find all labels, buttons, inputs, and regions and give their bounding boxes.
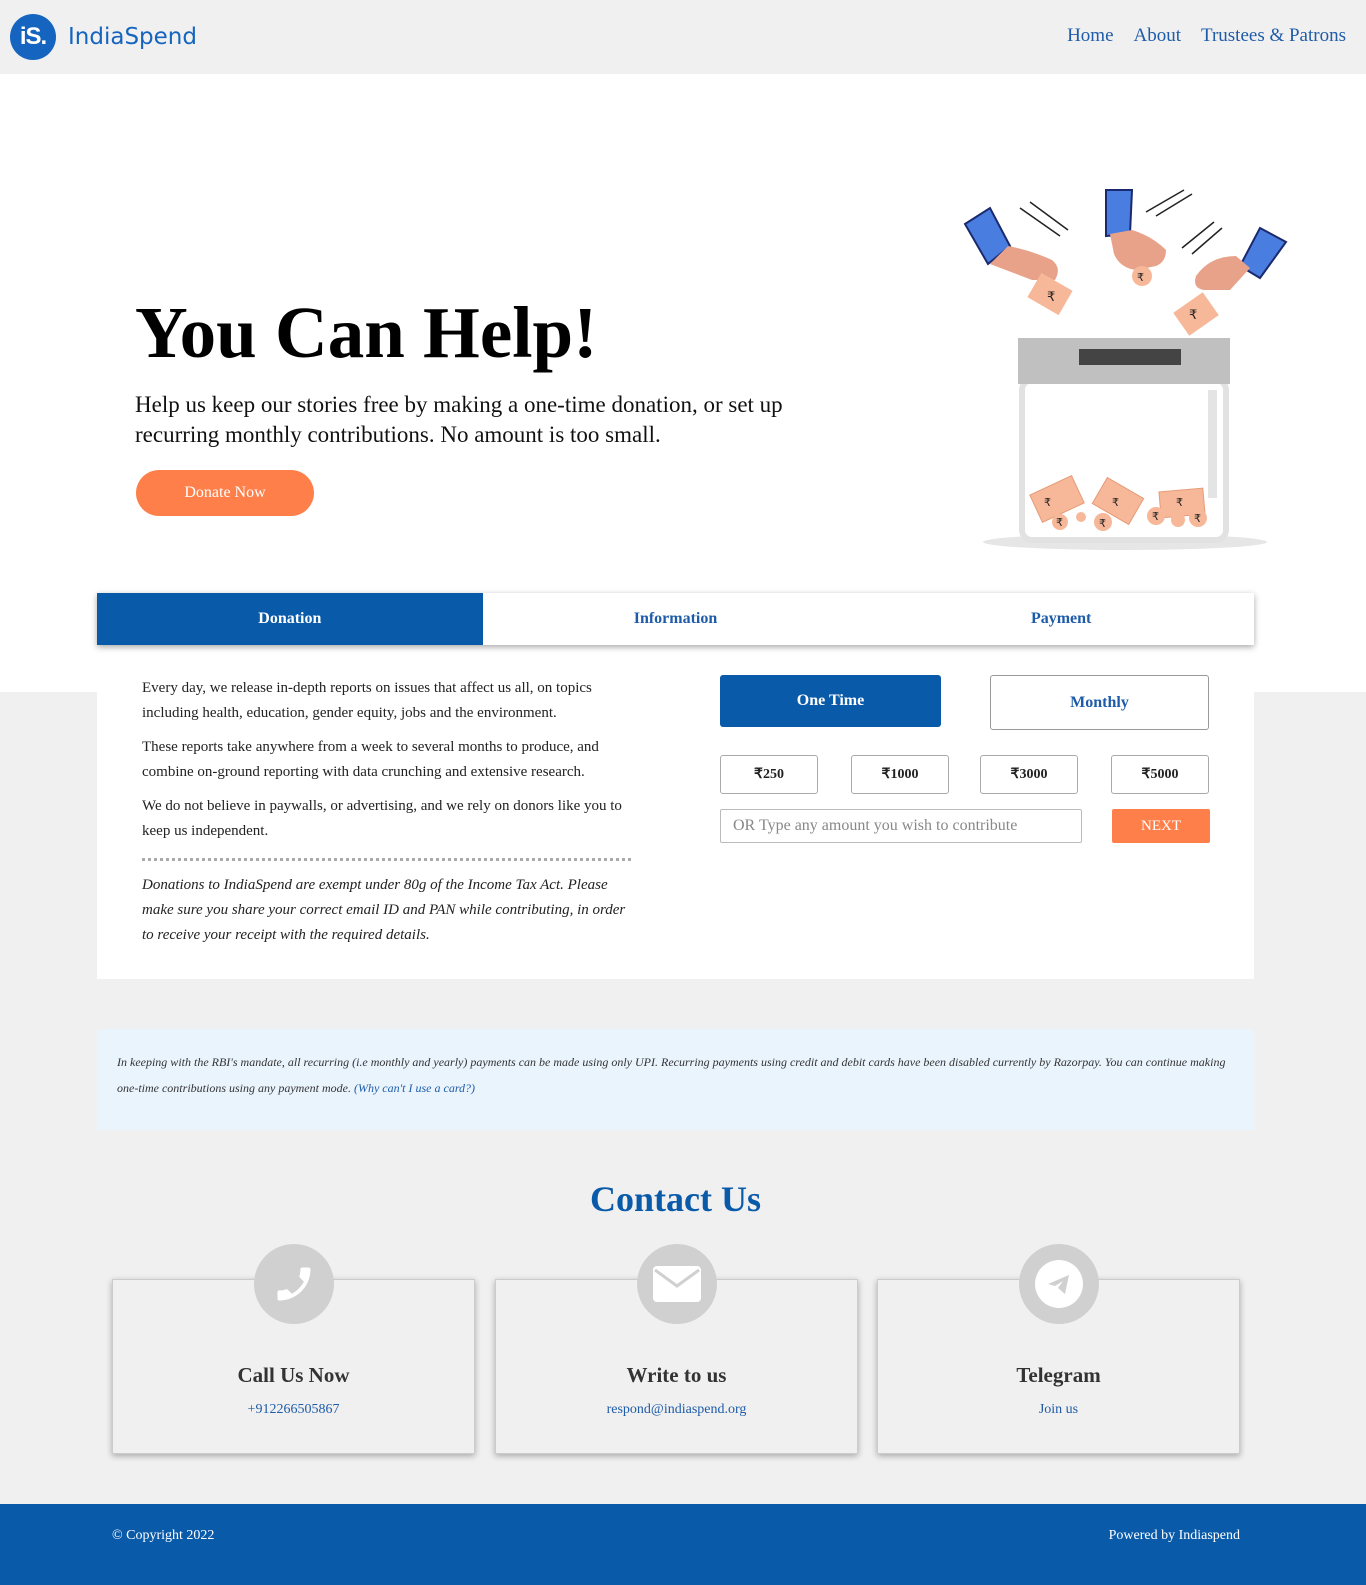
card-title: Write to us <box>626 1363 727 1387</box>
envelope-icon <box>636 1244 717 1324</box>
contact-title: Contact Us <box>590 1179 761 1219</box>
contact-card-call: Call Us Now +912266505867 <box>112 1244 475 1454</box>
tax-exemption-note: Donations to IndiaSpend are exempt under… <box>142 877 626 943</box>
nav-about[interactable]: About <box>1134 25 1182 47</box>
hero-title: You Can Help! <box>135 292 598 373</box>
logo-mark: iS. <box>10 14 56 60</box>
main-nav: Home About Trustees & Patrons <box>1067 25 1346 47</box>
dotted-divider <box>142 858 631 861</box>
copyright-text: © Copyright 2022 <box>112 1528 215 1543</box>
custom-amount-input[interactable] <box>720 809 1082 843</box>
amount-3000-button[interactable]: ₹3000 <box>980 755 1078 794</box>
svg-text:₹: ₹ <box>1044 496 1051 509</box>
powered-by-text: Powered by Indiaspend <box>1108 1528 1240 1543</box>
svg-text:₹: ₹ <box>1099 517 1106 530</box>
email-link[interactable]: respond@indiaspend.org <box>496 1402 857 1418</box>
site-footer: © Copyright 2022 Powered by Indiaspend <box>0 1504 1366 1585</box>
next-button[interactable]: NEXT <box>1112 809 1210 843</box>
card-title: Telegram <box>1016 1363 1101 1387</box>
svg-text:₹: ₹ <box>1056 516 1063 529</box>
donation-box-illustration: ₹ ₹ ₹ ₹ ₹ ₹ ₹ ₹ ₹ ₹ <box>963 189 1288 550</box>
donate-now-button[interactable]: Donate Now <box>136 470 314 516</box>
phone-icon <box>253 1244 334 1324</box>
nav-trustees-patrons[interactable]: Trustees & Patrons <box>1201 25 1346 47</box>
why-card-link[interactable]: (Why can't I use a card?) <box>354 1081 475 1095</box>
contact-card-telegram: Telegram Join us <box>877 1244 1240 1454</box>
site-logo[interactable]: iS. IndiaSpend <box>10 14 197 60</box>
svg-text:₹: ₹ <box>1194 512 1201 525</box>
donation-info: Every day, we release in-depth reports o… <box>142 676 632 957</box>
notice-text: In keeping with the RBI's mandate, all r… <box>117 1055 1226 1095</box>
donation-tabs: Donation Information Payment <box>97 593 1254 645</box>
tab-information[interactable]: Information <box>483 593 869 645</box>
contact-card-email: Write to us respond@indiaspend.org <box>495 1244 858 1454</box>
info-paragraph: Every day, we release in-depth reports o… <box>142 680 592 721</box>
svg-text:₹: ₹ <box>1112 496 1119 509</box>
svg-text:₹: ₹ <box>1137 271 1144 284</box>
logo-text: IndiaSpend <box>68 24 197 50</box>
phone-link[interactable]: +912266505867 <box>113 1402 474 1418</box>
svg-text:₹: ₹ <box>1152 510 1159 523</box>
svg-text:₹: ₹ <box>1189 308 1197 323</box>
telegram-icon <box>1018 1244 1099 1324</box>
info-paragraph: We do not believe in paywalls, or advert… <box>142 798 622 839</box>
svg-text:₹: ₹ <box>1047 290 1055 305</box>
monthly-button[interactable]: Monthly <box>990 675 1209 730</box>
telegram-link[interactable]: Join us <box>878 1402 1239 1418</box>
amount-250-button[interactable]: ₹250 <box>720 755 818 794</box>
one-time-button[interactable]: One Time <box>720 675 941 727</box>
card-title: Call Us Now <box>237 1363 350 1387</box>
site-header: iS. IndiaSpend Home About Trustees & Pat… <box>0 0 1366 74</box>
upi-notice: In keeping with the RBI's mandate, all r… <box>97 1029 1254 1130</box>
tab-payment[interactable]: Payment <box>868 593 1254 645</box>
nav-home[interactable]: Home <box>1067 25 1113 47</box>
svg-text:₹: ₹ <box>1176 496 1183 509</box>
page: iS. IndiaSpend Home About Trustees & Pat… <box>0 0 1366 1585</box>
hero-subtitle: Help us keep our stories free by making … <box>135 392 783 447</box>
info-paragraph: These reports take anywhere from a week … <box>142 739 599 780</box>
tab-donation[interactable]: Donation <box>97 593 483 645</box>
amount-1000-button[interactable]: ₹1000 <box>851 755 949 794</box>
amount-5000-button[interactable]: ₹5000 <box>1111 755 1209 794</box>
